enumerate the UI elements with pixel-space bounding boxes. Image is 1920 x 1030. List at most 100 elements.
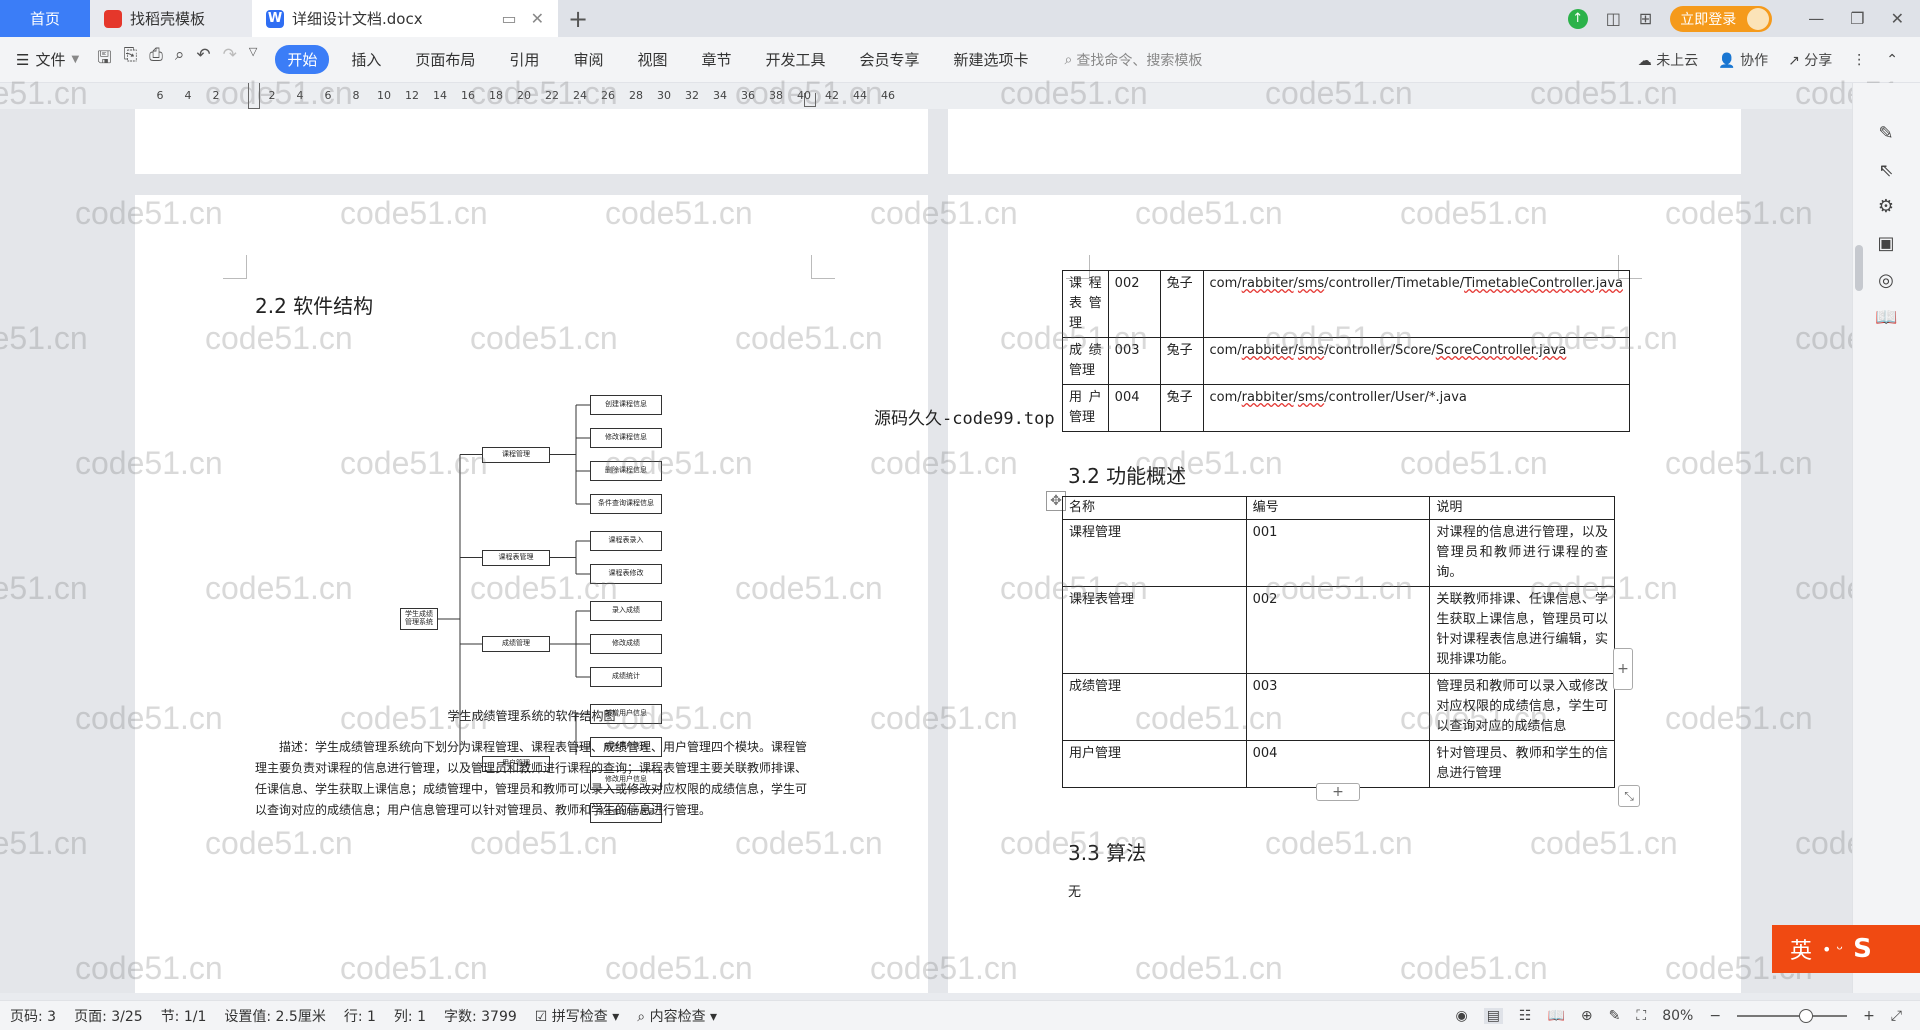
file-menu-button[interactable]: ☰ 文件 ▼ [16, 49, 79, 70]
close-window-icon[interactable]: ✕ [1891, 9, 1904, 28]
vertical-scrollbar-thumb[interactable] [1855, 245, 1863, 291]
status-words[interactable]: 字数: 3799 [444, 1006, 517, 1026]
tab-template[interactable]: 找稻壳模板 [90, 0, 252, 37]
ribbon-tab-4[interactable]: 审阅 [561, 45, 615, 74]
float-window-icon[interactable]: ▭ [501, 9, 516, 28]
page-left[interactable]: 2.2 软件结构 创建课程信息 修改课程信息 删除课程信息 条件查询课程信息 课程管理课… [135, 195, 928, 993]
fit-page-icon[interactable]: ⛶ [1636, 1008, 1646, 1024]
login-button[interactable]: 立即登录 [1670, 5, 1773, 32]
annotate-icon[interactable]: ✎ [1609, 1008, 1621, 1024]
more-icon[interactable]: ⋮ [1852, 52, 1866, 68]
web-view-icon[interactable]: ⊕ [1581, 1008, 1593, 1024]
reader-icon[interactable]: 📖 [1875, 307, 1897, 329]
save-icon[interactable]: 🖫 [97, 45, 111, 74]
pen-edit-icon[interactable]: ✎ [1875, 123, 1897, 145]
table-cell[interactable]: com/rabbiter/sms/controller/User/*.java [1202, 384, 1631, 432]
table-cell[interactable]: 002 [1107, 270, 1161, 338]
ribbon-tab-0[interactable]: 开始 [275, 45, 330, 74]
ime-status-badge[interactable]: 英 • ᵕ S [1772, 925, 1920, 973]
table-cell[interactable]: 成绩管理 [1062, 673, 1247, 741]
table-cell[interactable]: 003 [1245, 673, 1431, 741]
adjust-settings-icon[interactable]: ⚙ [1875, 196, 1897, 218]
module-table[interactable]: 课程表管理 002 兔子 com/rabbiter/sms/controller/Ti… [1062, 270, 1631, 432]
table-header-cell[interactable]: 说明 [1429, 496, 1615, 520]
page-right[interactable]: 课程表管理 002 兔子 com/rabbiter/sms/controller/Ti… [948, 195, 1741, 993]
table-cell[interactable]: 管理员和教师可以录入或修改对应权限的成绩信息，学生可以查询对应的成绩信息 [1429, 673, 1615, 741]
table-cell[interactable]: 课程表管理 [1062, 586, 1247, 674]
layout-icon[interactable]: ◫ [1606, 9, 1621, 28]
ribbon-tab-1[interactable]: 插入 [339, 45, 393, 74]
ribbon-tab-2[interactable]: 页面布局 [403, 45, 487, 74]
fullscreen-icon[interactable]: ⤢ [1891, 1008, 1902, 1024]
command-search[interactable]: ⌕ 查找命令、搜索模板 [1065, 50, 1203, 70]
collab-button[interactable]: 👤 协作 [1718, 50, 1768, 70]
table-cell[interactable]: 兔子 [1159, 337, 1204, 385]
status-page-code[interactable]: 页码: 3 [10, 1006, 56, 1026]
table-cell[interactable]: 成绩管理 [1062, 337, 1109, 385]
ribbon-tab-8[interactable]: 会员专享 [848, 45, 932, 74]
undo-icon[interactable]: ↶ [196, 45, 210, 74]
table-cell[interactable]: 001 [1245, 519, 1431, 587]
outline-view-icon[interactable]: ☷ [1519, 1008, 1532, 1024]
share-button[interactable]: ↗ 分享 [1788, 50, 1832, 70]
zoom-slider[interactable] [1737, 1008, 1848, 1023]
ribbon-tab-9[interactable]: 新建选项卡 [942, 45, 1041, 74]
apps-grid-icon[interactable]: ⊞ [1639, 9, 1652, 28]
customize-icon[interactable]: ▽ [249, 45, 257, 74]
new-tab-button[interactable]: + [558, 0, 598, 37]
cursor-select-icon[interactable]: ⇖ [1875, 160, 1897, 182]
table-cell[interactable]: 用户管理 [1062, 384, 1109, 432]
page-view-icon[interactable]: ▤ [1483, 1007, 1503, 1024]
print-preview-icon[interactable]: ⌕ [175, 45, 185, 74]
close-tab-icon[interactable]: ✕ [531, 9, 544, 28]
status-pages[interactable]: 页面: 3/25 [74, 1006, 143, 1026]
table-cell[interactable]: 课程表管理 [1062, 270, 1109, 338]
compass-icon[interactable]: ◎ [1875, 270, 1897, 292]
document-canvas[interactable]: 2.2 软件结构 创建课程信息 修改课程信息 删除课程信息 条件查询课程信息 课程管理课… [0, 109, 1852, 993]
tab-home[interactable]: 首页 [0, 0, 90, 37]
table-cell[interactable]: 003 [1107, 337, 1161, 385]
add-column-button[interactable]: + [1613, 648, 1633, 690]
add-row-button[interactable]: + [1316, 783, 1360, 801]
export-icon[interactable]: ⎘ [124, 45, 138, 74]
zoom-out-icon[interactable]: − [1709, 1008, 1721, 1024]
collapse-ribbon-icon[interactable]: ⌃ [1886, 52, 1898, 68]
table-cell[interactable]: 002 [1245, 586, 1431, 674]
table-header-cell[interactable]: 编号 [1245, 496, 1431, 520]
table-cell[interactable]: 用户管理 [1062, 740, 1247, 788]
function-table[interactable]: 名称 编号 说明 课程管理 001 对课程的信息进行管理，以及管理员和教师进行课程的查询… [1062, 496, 1615, 788]
upload-icon[interactable]: ↑ [1567, 8, 1588, 29]
zoom-level[interactable]: 80% [1662, 1008, 1693, 1024]
read-view-icon[interactable]: 📖 [1547, 1008, 1564, 1024]
tab-document[interactable]: W 详细设计文档.docx ▭ ✕ [252, 0, 558, 37]
spell-check-button[interactable]: ☑ 拼写检查 ▾ [535, 1006, 620, 1026]
table-header-cell[interactable]: 名称 [1062, 496, 1247, 520]
table-cell[interactable]: 004 [1245, 740, 1431, 788]
table-cell[interactable]: com/rabbiter/sms/controller/Score/ScoreC… [1202, 337, 1631, 385]
table-cell[interactable]: 针对管理员、教师和学生的信息进行管理 [1429, 740, 1615, 788]
table-cell[interactable]: com/rabbiter/sms/controller/Timetable/Ti… [1202, 270, 1631, 338]
table-cell[interactable]: 对课程的信息进行管理，以及管理员和教师进行课程的查询。 [1429, 519, 1615, 587]
table-cell[interactable]: 课程管理 [1062, 519, 1247, 587]
resize-table-icon[interactable]: ⤡ [1618, 785, 1640, 807]
table-cell[interactable]: 兔子 [1159, 384, 1204, 432]
table-cell[interactable]: 004 [1107, 384, 1161, 432]
table-cell[interactable]: 关联教师排课、任课信息、学生获取上课信息，管理员可以针对课程表信息进行编辑，实现… [1429, 586, 1615, 674]
image-tools-icon[interactable]: ▣ [1875, 233, 1897, 255]
status-section[interactable]: 节: 1/1 [161, 1006, 207, 1026]
ribbon-tab-3[interactable]: 引用 [497, 45, 551, 74]
table-cell[interactable]: 兔子 [1159, 270, 1204, 338]
zoom-slider-knob[interactable] [1799, 1008, 1814, 1023]
zoom-in-icon[interactable]: + [1863, 1008, 1875, 1024]
indent-marker[interactable] [248, 83, 260, 109]
ribbon-tab-7[interactable]: 开发工具 [753, 45, 837, 74]
ribbon-tab-6[interactable]: 章节 [689, 45, 743, 74]
minimize-icon[interactable]: — [1808, 9, 1824, 28]
horizontal-ruler[interactable]: 6 4 2 2 4 6 8 10 12 14 16 18 20 22 24 26 28 30 32 34 36 38 40 4… [0, 83, 1852, 109]
restore-icon[interactable]: ❐ [1850, 9, 1864, 28]
cloud-status[interactable]: ☁ 未上云 [1638, 50, 1698, 70]
status-setting[interactable]: 设置值: 2.5厘米 [224, 1006, 325, 1026]
content-check-button[interactable]: ⌕ 内容检查 ▾ [637, 1006, 717, 1026]
eye-protect-icon[interactable]: ◉ [1455, 1008, 1467, 1024]
redo-icon[interactable]: ↷ [223, 45, 237, 74]
